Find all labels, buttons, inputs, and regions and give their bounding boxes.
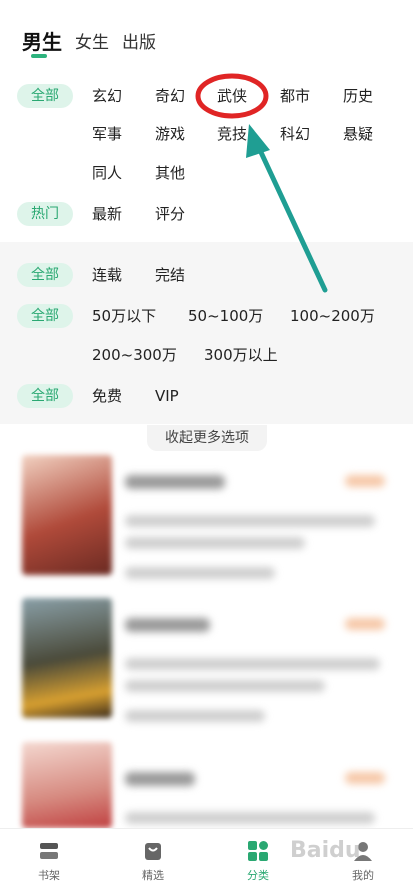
book-cover: [22, 455, 112, 575]
nav-label: 我的: [352, 869, 374, 882]
watermark: Baidu: [290, 838, 361, 863]
genre-option[interactable]: 悬疑: [343, 122, 373, 146]
genre-option[interactable]: 都市: [280, 84, 310, 108]
pointer-arrow-head: [246, 124, 270, 158]
nav-label: 精选: [142, 869, 164, 882]
wordcount-option[interactable]: 300万以上: [204, 343, 278, 367]
book-tag-placeholder: [345, 772, 385, 784]
category-grid-icon: [248, 841, 268, 861]
genre-option[interactable]: 奇幻: [155, 84, 185, 108]
book-title-placeholder: [125, 475, 225, 489]
price-option[interactable]: VIP: [155, 384, 179, 408]
book-desc-placeholder: [125, 515, 375, 527]
sort-option[interactable]: 评分: [155, 202, 185, 226]
filter-all-price[interactable]: 全部: [17, 384, 73, 408]
book-desc-placeholder: [125, 658, 380, 670]
book-cover: [22, 598, 112, 718]
nav-label: 分类: [247, 869, 269, 882]
filter-all-wordcount[interactable]: 全部: [17, 304, 73, 328]
filter-hot[interactable]: 热门: [17, 202, 73, 226]
book-desc-placeholder: [125, 537, 305, 549]
genre-option[interactable]: 竞技: [217, 122, 247, 146]
genre-option[interactable]: 玄幻: [92, 84, 122, 108]
genre-option-wuxia[interactable]: 武侠: [217, 84, 247, 108]
wordcount-option[interactable]: 100~200万: [290, 304, 375, 328]
book-meta-placeholder: [125, 567, 275, 579]
collapse-options-button[interactable]: 收起更多选项: [147, 425, 267, 451]
genre-option[interactable]: 历史: [343, 84, 373, 108]
book-tag-placeholder: [345, 618, 385, 630]
book-item[interactable]: [0, 455, 413, 595]
book-title-placeholder: [125, 772, 195, 786]
book-desc-placeholder: [125, 812, 375, 824]
wordcount-option[interactable]: 200~300万: [92, 343, 177, 367]
nav-bookshelf[interactable]: 书架: [14, 829, 84, 890]
wordcount-option[interactable]: 50~100万: [188, 304, 263, 328]
bookshelf-icon: [40, 843, 58, 859]
genre-option[interactable]: 军事: [92, 122, 122, 146]
active-tab-indicator: [31, 54, 47, 58]
price-option[interactable]: 免费: [92, 384, 122, 408]
tab-male[interactable]: 男生: [22, 26, 62, 55]
genre-option[interactable]: 同人: [92, 161, 122, 185]
book-cover: [22, 742, 112, 828]
book-title-placeholder: [125, 618, 210, 632]
status-option[interactable]: 连载: [92, 263, 122, 287]
bag-icon: [145, 843, 161, 860]
status-option[interactable]: 完结: [155, 263, 185, 287]
book-tag-placeholder: [345, 475, 385, 487]
nav-label: 书架: [38, 869, 60, 882]
wordcount-option[interactable]: 50万以下: [92, 304, 156, 328]
genre-option[interactable]: 其他: [155, 161, 185, 185]
tab-publish[interactable]: 出版: [122, 28, 156, 53]
sort-option[interactable]: 最新: [92, 202, 122, 226]
gender-tabs: 男生 女生 出版: [0, 0, 413, 64]
book-desc-placeholder: [125, 680, 325, 692]
filter-all-status[interactable]: 全部: [17, 263, 73, 287]
tab-female[interactable]: 女生: [75, 28, 109, 53]
book-meta-placeholder: [125, 710, 265, 722]
book-item[interactable]: [0, 598, 413, 738]
nav-category[interactable]: 分类: [223, 829, 293, 890]
filter-all-genre[interactable]: 全部: [17, 84, 73, 108]
nav-featured[interactable]: 精选: [118, 829, 188, 890]
genre-option[interactable]: 游戏: [155, 122, 185, 146]
genre-option[interactable]: 科幻: [280, 122, 310, 146]
